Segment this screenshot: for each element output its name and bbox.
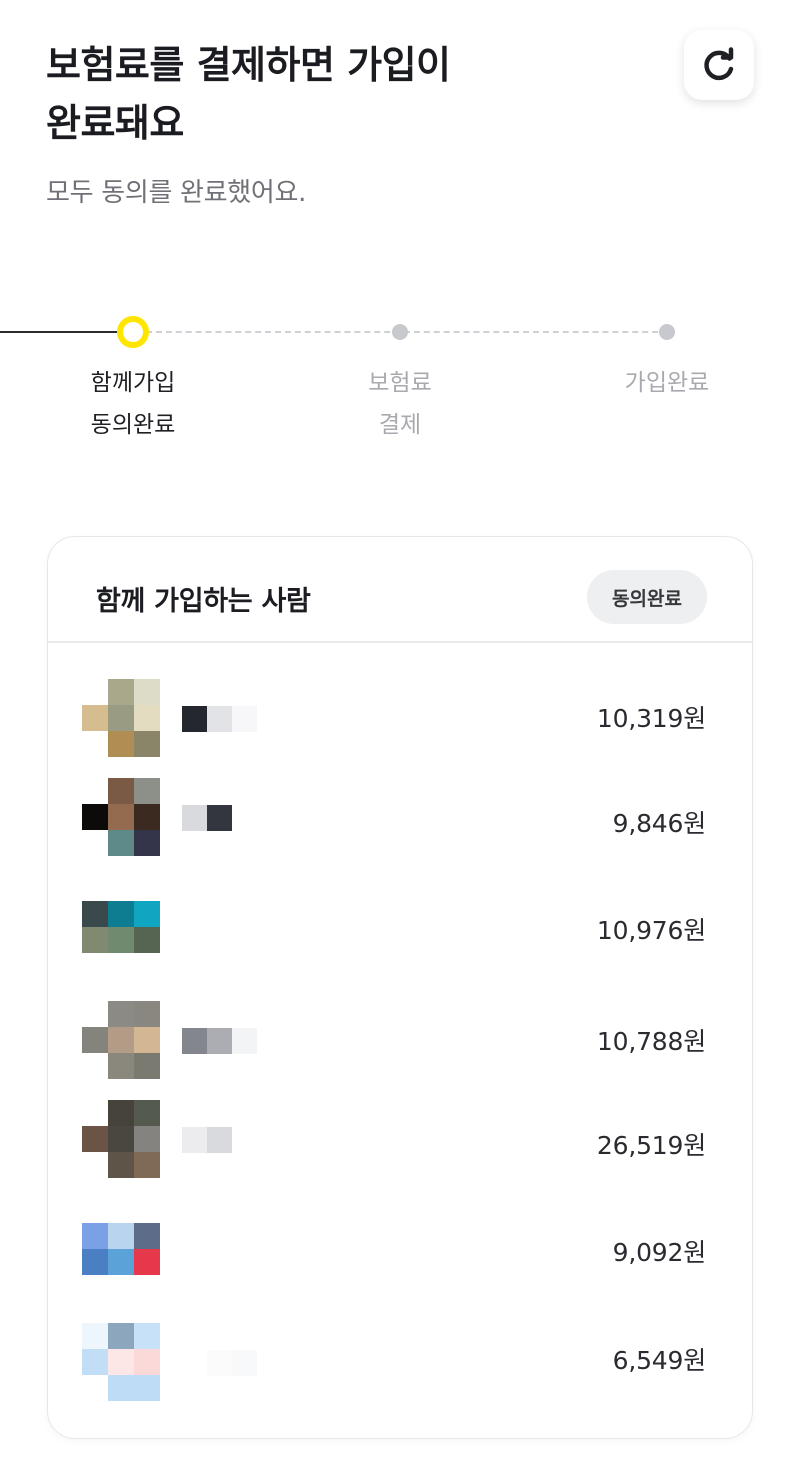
avatar: [82, 1001, 160, 1079]
member-amount: 10,788원: [596, 1027, 706, 1056]
step-label-payment-line2: 결제: [378, 412, 422, 438]
member-amount: 10,319원: [596, 704, 706, 733]
members-card: 함께 가입하는 사람 동의완료 10,319원 9,846원 10,976원 1…: [47, 536, 753, 1439]
member-name-blurred: [182, 706, 257, 732]
step-label-consent-line2: 동의완료: [90, 412, 176, 438]
stepper-line-completed: [0, 331, 124, 333]
step-label-payment: 보험료 결제: [320, 362, 480, 446]
avatar: [82, 1323, 160, 1401]
member-row[interactable]: 9,846원: [48, 778, 752, 858]
step-dot-current: [117, 316, 149, 348]
member-amount: 26,519원: [596, 1131, 706, 1160]
member-name-blurred: [182, 1350, 257, 1376]
member-row[interactable]: 10,319원: [48, 679, 752, 759]
page-title: 보험료를 결제하면 가입이 완료돼요: [46, 36, 606, 152]
member-amount: 10,976원: [596, 916, 706, 945]
avatar: [82, 778, 160, 856]
member-row[interactable]: 9,092원: [48, 1223, 752, 1303]
member-name-blurred: [182, 1127, 232, 1153]
avatar: [82, 1223, 160, 1275]
step-label-complete: 가입완료: [587, 362, 747, 404]
member-amount: 9,092원: [612, 1238, 707, 1267]
step-label-consent: 함께가입 동의완료: [53, 362, 213, 446]
status-badge: 동의완료: [587, 570, 707, 624]
page-subtitle: 모두 동의를 완료했어요.: [46, 178, 307, 208]
member-name-blurred: [182, 805, 257, 831]
step-dot-complete: [659, 324, 675, 340]
step-label-complete-line1: 가입완료: [624, 370, 710, 396]
member-row[interactable]: 10,976원: [48, 901, 752, 981]
step-dot-payment: [392, 324, 408, 340]
member-amount: 6,549원: [612, 1346, 707, 1375]
card-divider: [48, 641, 752, 643]
step-label-consent-line1: 함께가입: [90, 370, 176, 396]
members-card-title: 함께 가입하는 사람: [96, 586, 311, 617]
avatar: [82, 1100, 160, 1178]
refresh-button[interactable]: [684, 30, 754, 100]
member-row[interactable]: 6,549원: [48, 1323, 752, 1403]
refresh-icon: [704, 47, 734, 81]
page-title-line1: 보험료를 결제하면 가입이: [46, 43, 451, 87]
member-amount: 9,846원: [612, 809, 707, 838]
avatar: [82, 679, 160, 757]
avatar: [82, 901, 160, 953]
member-row[interactable]: 26,519원: [48, 1100, 752, 1180]
page-title-line2: 완료돼요: [46, 101, 184, 145]
member-row[interactable]: 10,788원: [48, 1001, 752, 1081]
step-label-payment-line1: 보험료: [368, 370, 432, 396]
member-name-blurred: [182, 1028, 257, 1054]
